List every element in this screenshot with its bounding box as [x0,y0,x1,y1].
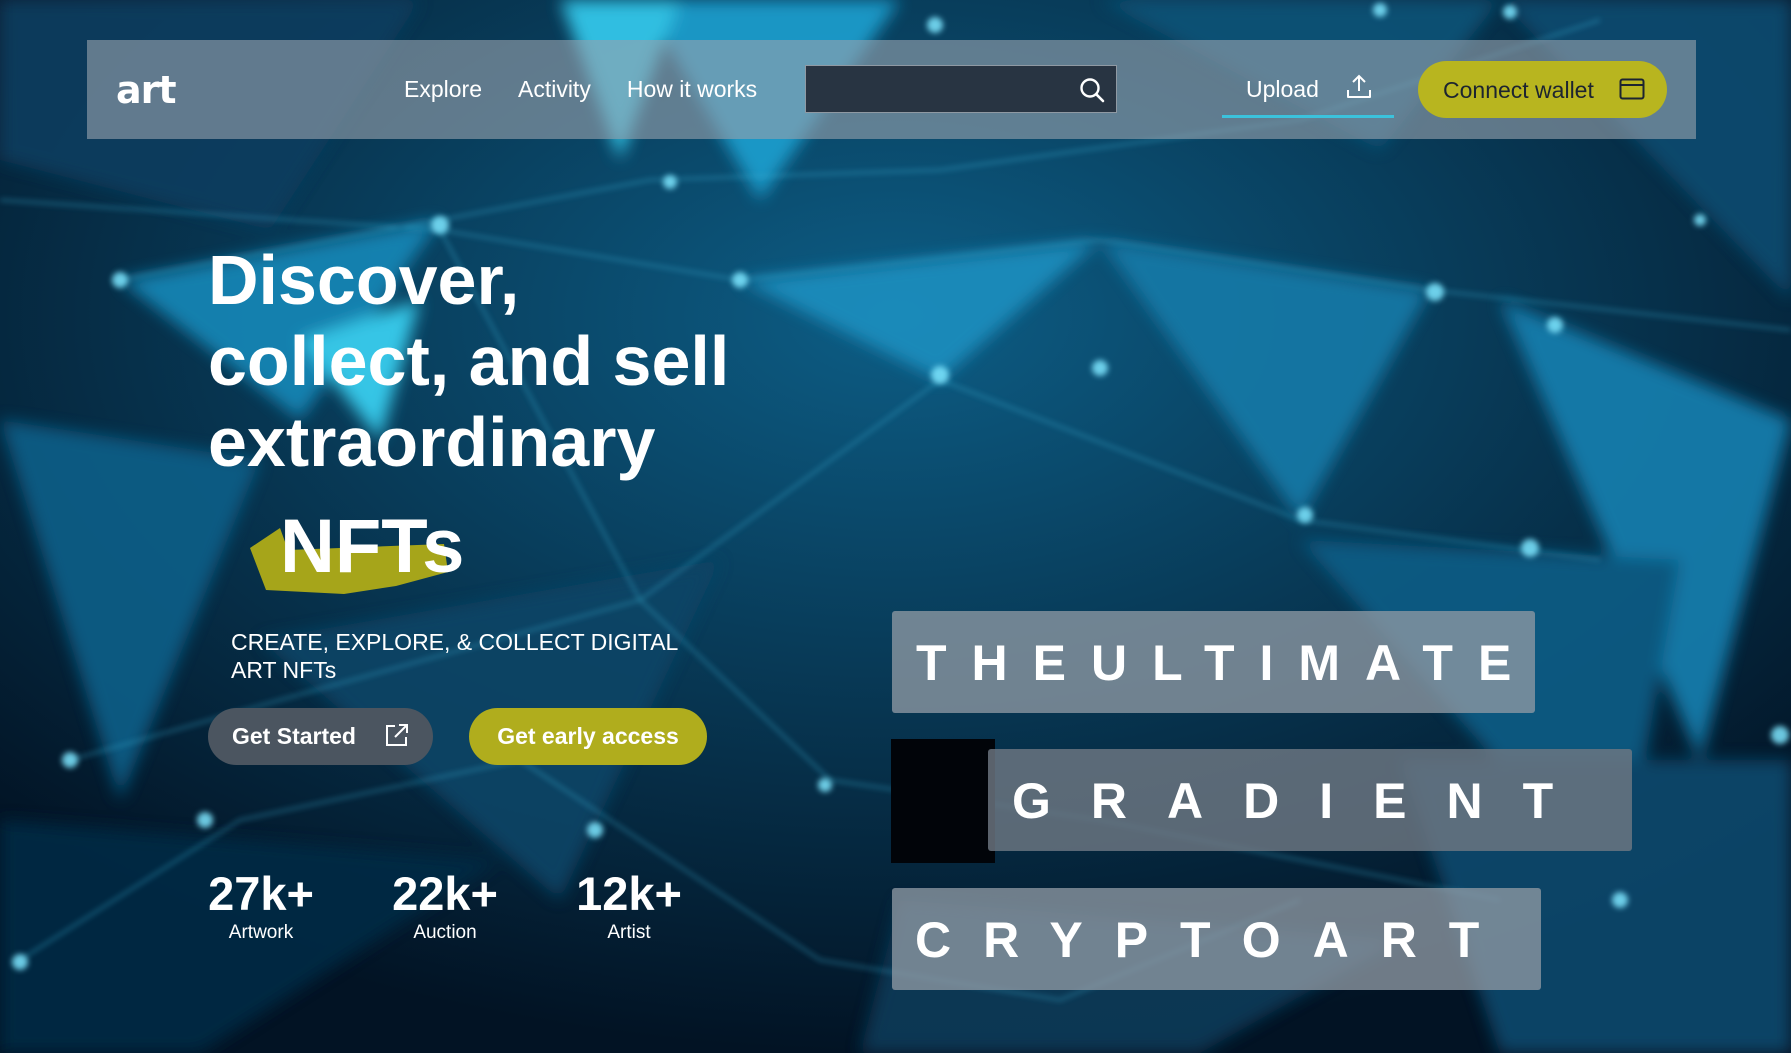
headline-line-2: collect, and sell [208,322,730,400]
top-navbar: art Explore Activity How it works Upload… [87,40,1696,139]
upload-icon [1347,74,1371,98]
stat-label: Artwork [228,922,294,943]
tile-crypto-art: CRYPTOART [892,888,1541,990]
stat-artist: 12k+ Artist [564,867,694,945]
tile-text: CRYPTOART [915,912,1512,968]
nav-how-it-works[interactable]: How it works [627,76,757,103]
get-started-button[interactable]: Get Started [208,708,433,765]
wallet-icon [1619,78,1645,100]
tile-dark-block [891,739,995,863]
nav-explore[interactable]: Explore [404,76,482,103]
upload-label: Upload [1246,76,1319,102]
connect-wallet-label: Connect wallet [1443,77,1594,103]
stat-label: Artist [607,922,651,943]
connect-wallet-button[interactable]: Connect wallet [1418,61,1667,118]
search-box [805,65,1117,113]
stat-auction: 22k+ Auction [380,867,510,945]
hero-subtitle: CREATE, EXPLORE, & COLLECT DIGITAL ART N… [231,628,721,684]
main-nav: Explore Activity How it works [404,76,757,103]
hero-headline: Discover, collect, and sell extraordinar… [208,240,729,483]
stat-value: 12k+ [576,867,682,920]
stat-value: 22k+ [392,867,498,920]
get-early-access-button[interactable]: Get early access [469,708,707,765]
stat-value: 27k+ [208,867,314,920]
nfts-highlight: NFTs [248,502,478,597]
headline-line-3: extraordinary [208,403,656,481]
headline-line-1: Discover, [208,241,520,319]
tile-the-ultimate: THEULTIMATE [892,611,1535,713]
external-link-icon [386,724,408,746]
search-icon[interactable] [1078,76,1106,104]
subtitle-line-2: ART NFTs [231,657,337,683]
upload-button[interactable]: Upload [1222,68,1394,118]
tile-text: GRADIENT [1012,773,1594,829]
site-logo[interactable]: art [116,68,177,112]
nav-activity[interactable]: Activity [518,76,591,103]
get-early-access-label: Get early access [497,723,679,749]
subtitle-line-1: CREATE, EXPLORE, & COLLECT DIGITAL [231,629,679,655]
stat-artwork: 27k+ Artwork [196,867,326,945]
get-started-label: Get Started [232,723,356,749]
tile-text: THEULTIMATE [916,635,1537,691]
upload-active-underline [1222,115,1394,118]
tile-gradient: GRADIENT [988,749,1632,851]
nfts-text: NFTs [280,504,465,589]
stat-label: Auction [413,922,477,943]
search-input[interactable] [816,74,1060,106]
